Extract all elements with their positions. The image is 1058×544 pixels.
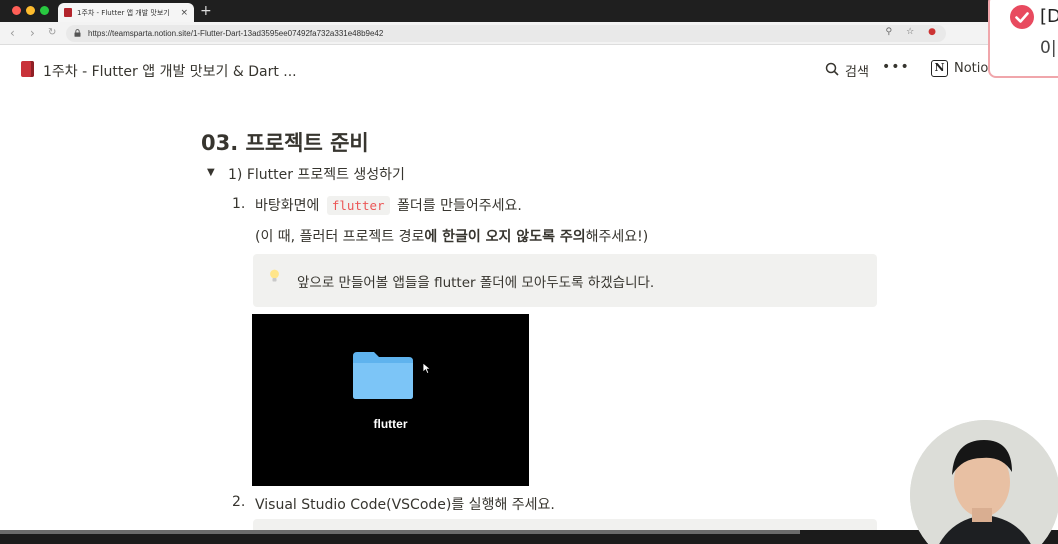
toast-subtitle: 0|	[1040, 38, 1057, 58]
bookmark-star-icon[interactable]: ☆	[906, 27, 914, 37]
search-icon[interactable]	[825, 62, 839, 76]
search-button[interactable]: 검색	[845, 61, 869, 80]
folder-icon	[353, 352, 413, 399]
notion-topbar: 1주차 - Flutter 앱 개발 맛보기 & Dart ... 검색 •••…	[0, 45, 1058, 95]
url-field[interactable]: https://teamsparta.notion.site/1-Flutter…	[66, 25, 946, 42]
check-circle-icon	[1010, 5, 1034, 29]
maximize-window-button[interactable]	[40, 6, 49, 15]
folder-label: flutter	[373, 417, 408, 431]
step-1-text: 바탕화면에 flutter 폴더를 만들어주세요.	[255, 196, 522, 215]
notion-logo-icon: N	[931, 60, 948, 77]
notion-page: 1주차 - Flutter 앱 개발 맛보기 & Dart ... 검색 •••…	[0, 45, 1058, 544]
lock-icon	[74, 29, 81, 37]
back-icon[interactable]: ‹	[10, 26, 15, 40]
toggle-arrow-icon[interactable]: ▼	[207, 167, 215, 178]
tab-close-icon[interactable]: ×	[180, 8, 188, 18]
new-tab-button[interactable]: +	[200, 3, 212, 19]
video-progress-fill	[0, 530, 800, 534]
mouse-cursor-icon	[422, 362, 432, 375]
toggle-title[interactable]: 1) Flutter 프로젝트 생성하기	[228, 164, 405, 184]
address-bar: ‹ › ↻ https://teamsparta.notion.site/1-F…	[0, 22, 1058, 45]
tab-title: 1주차 - Flutter 앱 개발 맛보기	[77, 8, 170, 17]
lightbulb-icon	[270, 269, 279, 282]
toast-title: [D	[1040, 6, 1058, 27]
reload-icon[interactable]: ↻	[48, 26, 56, 40]
step-2-text: Visual Studio Code(VSCode)를 실행해 주세요.	[255, 497, 555, 513]
extension-icon[interactable]: ●	[928, 27, 936, 37]
section-heading: 03. 프로젝트 준비	[201, 131, 369, 155]
browser-tab[interactable]: 1주차 - Flutter 앱 개발 맛보기 ×	[58, 3, 194, 22]
forward-icon[interactable]: ›	[30, 26, 35, 40]
more-options-icon[interactable]: •••	[882, 59, 910, 75]
minimize-window-button[interactable]	[26, 6, 35, 15]
callout-block: 앞으로 만들어볼 앱들을 flutter 폴더에 모아두도록 하겠습니다.	[253, 254, 877, 307]
step-number: 1.	[232, 196, 246, 212]
folder-screenshot-image[interactable]: flutter	[252, 314, 529, 486]
browser-tab-bar: 1주차 - Flutter 앱 개발 맛보기 × +	[0, 0, 1058, 22]
toast-notification[interactable]: [D 0|	[988, 0, 1058, 78]
close-window-button[interactable]	[12, 6, 21, 15]
step-1-note: (이 때, 플러터 프로젝트 경로에 한글이 오지 않도록 주의해주세요!)	[255, 229, 649, 245]
notion-page-favicon-icon	[64, 8, 72, 17]
page-title[interactable]: 1주차 - Flutter 앱 개발 맛보기 & Dart ...	[43, 61, 297, 81]
zoom-icon[interactable]: ⚲	[885, 27, 892, 37]
url-text: https://teamsparta.notion.site/1-Flutter…	[88, 29, 384, 38]
inline-code: flutter	[326, 196, 390, 215]
callout-text: 앞으로 만들어볼 앱들을 flutter 폴더에 모아두도록 하겠습니다.	[297, 275, 655, 291]
step-number: 2.	[232, 494, 246, 510]
book-icon	[21, 61, 34, 77]
